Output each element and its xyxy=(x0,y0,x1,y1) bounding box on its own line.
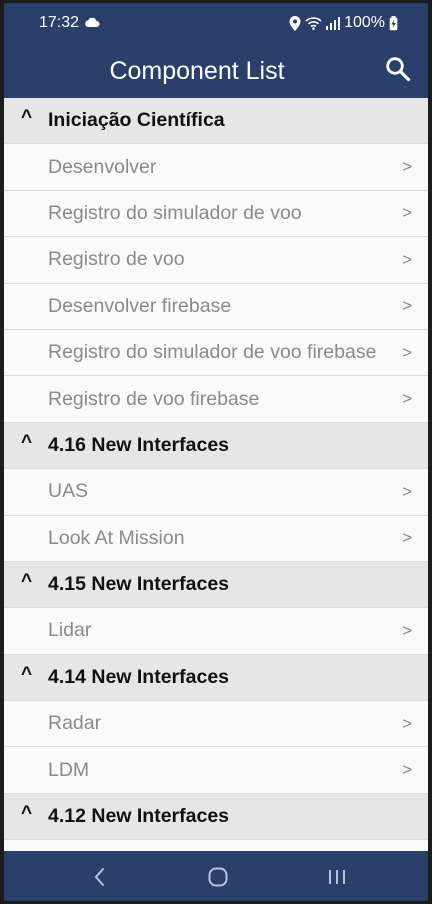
list-item-label: UAS xyxy=(48,480,89,503)
chevron-right-icon: > xyxy=(402,481,412,501)
chevron-right-icon: > xyxy=(402,157,412,177)
status-time: 17:32 xyxy=(39,14,80,31)
list-item[interactable]: Registro do simulador de voo firebase > xyxy=(4,330,428,377)
list-item[interactable]: Desenvolver > xyxy=(4,144,428,191)
list-item-label: Registro do simulador de voo xyxy=(48,201,302,224)
section-header[interactable]: ^ 4.14 New Interfaces xyxy=(4,654,428,702)
section-header[interactable]: ^ 4.16 New Interfaces xyxy=(4,422,428,470)
app-bar: Component List xyxy=(4,45,428,98)
search-icon[interactable] xyxy=(385,56,411,82)
list-item[interactable]: Desenvolver firebase > xyxy=(4,284,428,330)
wifi-icon xyxy=(305,17,322,30)
list-item-label: Registro do simulador de voo firebase xyxy=(48,341,377,364)
section-title: 4.12 New Interfaces xyxy=(48,805,230,828)
section-title: 4.14 New Interfaces xyxy=(48,665,230,688)
chevron-right-icon: > xyxy=(402,528,412,548)
home-icon[interactable] xyxy=(206,865,230,889)
chevron-right-icon: > xyxy=(402,342,412,362)
list-item-label: Lidar xyxy=(48,619,92,642)
section-header[interactable]: ^ Iniciação Científica xyxy=(4,98,428,145)
chevron-right-icon: > xyxy=(402,296,412,316)
page-title: Component List xyxy=(109,57,285,85)
component-list[interactable]: ^ Iniciação Científica Desenvolver > Registr… xyxy=(4,98,428,851)
list-item-label: Desenvolver firebase xyxy=(48,294,232,317)
list-item[interactable]: LDM > xyxy=(4,747,428,794)
chevron-right-icon: > xyxy=(402,389,412,409)
battery-level: 100% xyxy=(344,14,385,31)
chevron-right-icon: > xyxy=(402,249,412,269)
phone-screen: 17:32 100% Component List ^ Iniciação Ci… xyxy=(4,3,428,901)
chevron-right-icon: > xyxy=(402,203,412,223)
back-icon[interactable] xyxy=(88,865,112,889)
status-icons: 100% xyxy=(289,14,398,32)
collapse-caret-icon[interactable]: ^ xyxy=(21,571,32,593)
list-item[interactable]: Lidar > xyxy=(4,608,428,655)
chevron-right-icon: > xyxy=(402,760,412,780)
battery-charging-icon xyxy=(389,15,398,30)
list-item[interactable]: Radar > xyxy=(4,701,428,748)
status-bar: 17:32 100% xyxy=(4,3,428,45)
list-item[interactable]: Registro de voo > xyxy=(4,237,428,284)
section-title: 4.15 New Interfaces xyxy=(48,573,230,596)
location-icon xyxy=(289,15,301,31)
list-item-label: Desenvolver xyxy=(48,155,157,178)
chevron-right-icon: > xyxy=(402,620,412,640)
list-item-label: Look At Mission xyxy=(48,526,185,549)
section-title: Iniciação Científica xyxy=(48,109,225,132)
collapse-caret-icon[interactable]: ^ xyxy=(21,664,32,686)
section-header[interactable]: ^ 4.15 New Interfaces xyxy=(4,561,428,609)
list-item[interactable]: Registro do simulador de voo > xyxy=(4,191,428,238)
chevron-right-icon: > xyxy=(402,713,412,733)
list-item-label: Radar xyxy=(48,712,102,735)
list-item-label: Registro de voo xyxy=(48,248,185,271)
list-item[interactable]: Look At Mission > xyxy=(4,516,428,562)
signal-icon xyxy=(326,16,341,30)
section-header[interactable]: ^ 4.12 New Interfaces xyxy=(4,793,428,841)
collapse-caret-icon[interactable]: ^ xyxy=(21,107,32,129)
recents-icon[interactable] xyxy=(325,865,349,889)
navigation-bar xyxy=(4,851,428,901)
collapse-caret-icon[interactable]: ^ xyxy=(21,432,32,454)
list-item[interactable]: UAS > xyxy=(4,469,428,516)
list-item-label: LDM xyxy=(48,758,90,781)
section-title: 4.16 New Interfaces xyxy=(48,433,230,456)
collapse-caret-icon[interactable]: ^ xyxy=(21,803,32,825)
list-item[interactable]: Registro de voo firebase > xyxy=(4,376,428,423)
list-item-label: Registro de voo firebase xyxy=(48,387,260,410)
cloud-icon xyxy=(85,17,100,27)
